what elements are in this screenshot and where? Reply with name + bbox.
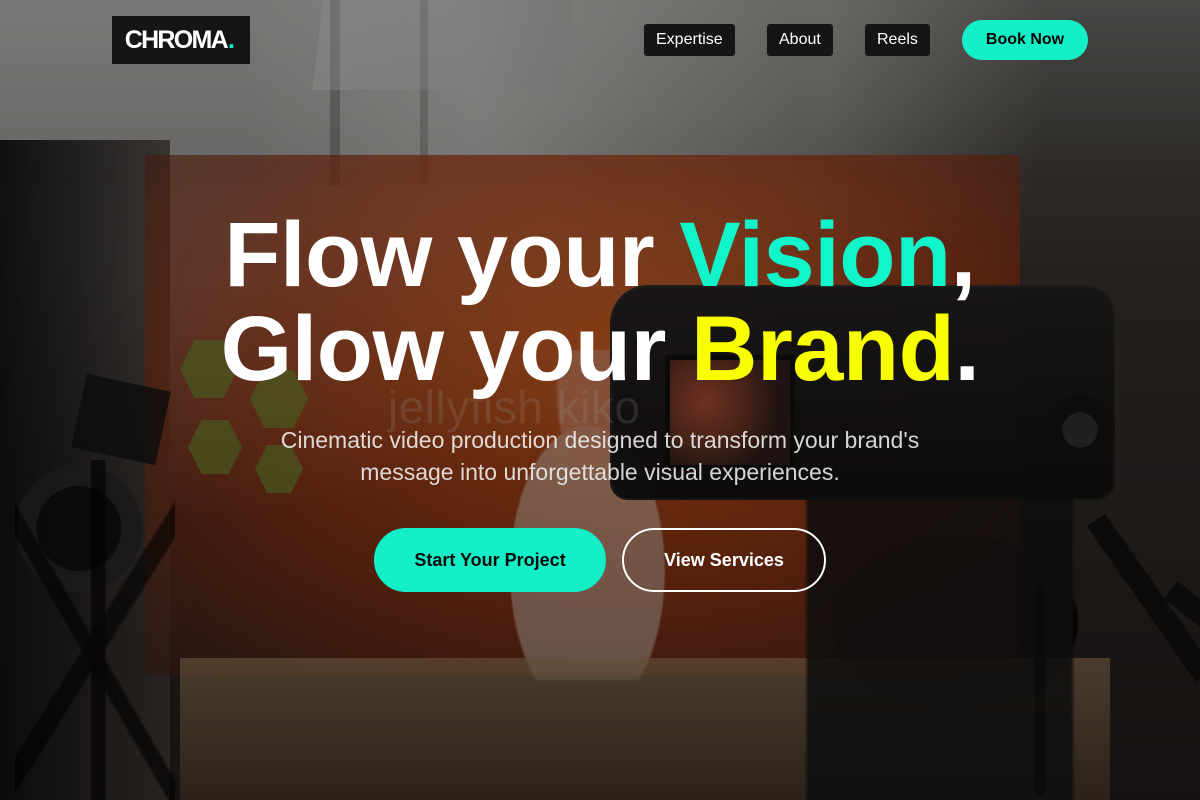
headline-brand: Brand bbox=[691, 298, 955, 400]
logo-dot: . bbox=[228, 25, 235, 54]
hero-section: jellyfish kiko CHROMA. Expertise About R… bbox=[0, 0, 1200, 800]
top-navigation: CHROMA. Expertise About Reels Book Now bbox=[112, 16, 1088, 64]
nav-link-about[interactable]: About bbox=[767, 24, 833, 56]
nav-link-reels[interactable]: Reels bbox=[865, 24, 930, 56]
hero-headline: Flow your Vision, Glow your Brand. bbox=[150, 208, 1050, 396]
dark-overlay bbox=[0, 0, 1200, 800]
nav-link-label: Expertise bbox=[656, 31, 723, 48]
book-now-button[interactable]: Book Now bbox=[962, 20, 1088, 60]
hero-subtitle: Cinematic video production designed to t… bbox=[280, 427, 920, 485]
headline-prefix: Flow your bbox=[224, 204, 680, 306]
headline-prefix: Glow your bbox=[220, 298, 691, 400]
start-project-button[interactable]: Start Your Project bbox=[374, 528, 606, 592]
headline-period: . bbox=[954, 298, 980, 400]
nav-link-expertise[interactable]: Expertise bbox=[644, 24, 735, 56]
logo-text: CHROMA bbox=[124, 25, 229, 54]
headline-line-2: Glow your Brand. bbox=[150, 302, 1050, 396]
headline-comma: , bbox=[950, 204, 977, 306]
nav-link-label: About bbox=[779, 31, 821, 48]
view-services-button[interactable]: View Services bbox=[622, 528, 826, 592]
headline-vision: Vision bbox=[679, 204, 951, 306]
headline-line-1: Flow your Vision, bbox=[150, 208, 1050, 302]
nav-link-label: Reels bbox=[877, 31, 918, 48]
chroma-logo[interactable]: CHROMA. bbox=[112, 16, 250, 64]
